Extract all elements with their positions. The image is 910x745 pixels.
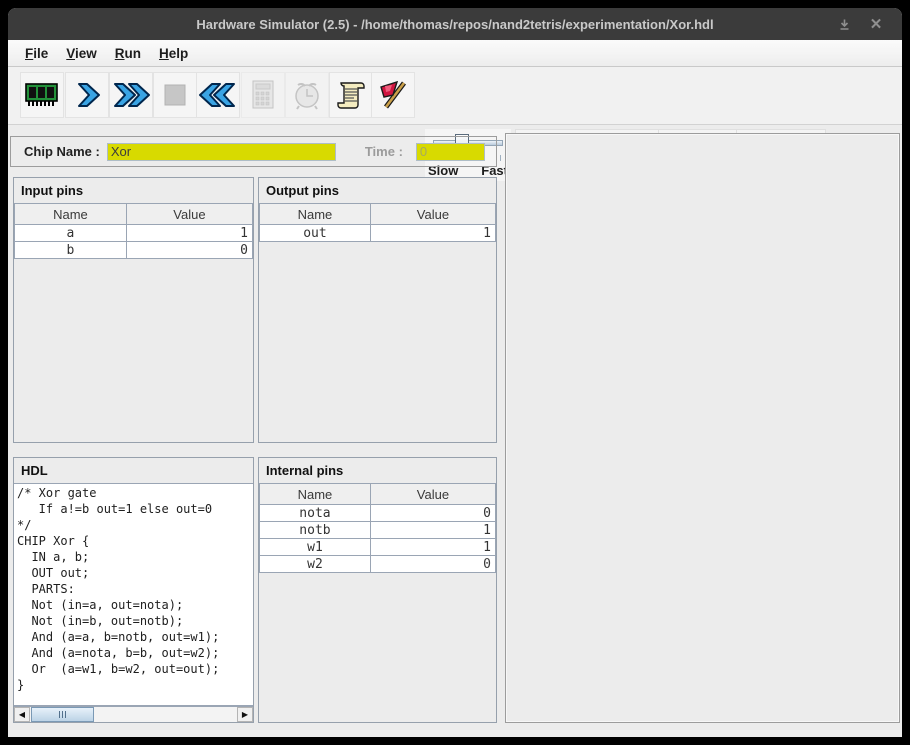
stop-button[interactable] <box>153 72 197 118</box>
hdl-code: /* Xor gate If a!=b out=1 else out=0 */ … <box>14 484 253 694</box>
breakpoints-button[interactable] <box>371 72 415 118</box>
menu-run[interactable]: Run <box>106 42 150 65</box>
output-pins-title: Output pins <box>259 178 496 203</box>
load-chip-button[interactable] <box>20 72 64 118</box>
chip-icon <box>24 80 60 110</box>
column-header-name: Name <box>15 204 127 225</box>
time-label: Time : <box>365 144 403 159</box>
hardware-simulator-window: Hardware Simulator (2.5) - /home/thomas/… <box>8 8 902 737</box>
internal-pins-table: Name Value nota 0 notb 1 w1 1 w2 0 <box>259 483 496 573</box>
pin-name: w2 <box>260 556 371 573</box>
minimize-icon[interactable] <box>830 8 858 40</box>
window-title: Hardware Simulator (2.5) - /home/thomas/… <box>196 17 713 32</box>
single-step-button[interactable] <box>65 72 109 118</box>
menu-file[interactable]: File <box>16 42 57 65</box>
calculator-button <box>241 72 285 118</box>
stop-icon <box>162 82 188 108</box>
table-row: nota 0 <box>260 505 496 522</box>
pin-name: out <box>260 225 371 242</box>
titlebar: Hardware Simulator (2.5) - /home/thomas/… <box>8 8 902 40</box>
alarm-clock-icon <box>291 79 323 111</box>
input-pins-title: Input pins <box>14 178 253 203</box>
table-row: notb 1 <box>260 522 496 539</box>
pin-name: b <box>15 242 127 259</box>
menu-view[interactable]: View <box>57 42 106 65</box>
pin-value: 1 <box>370 539 495 556</box>
output-pins-panel: Output pins Name Value out 1 <box>258 177 497 443</box>
hdl-panel: HDL /* Xor gate If a!=b out=1 else out=0… <box>13 457 254 723</box>
script-scroll-icon <box>335 79 367 111</box>
chip-name-bar: Chip Name : Time : <box>10 136 497 167</box>
internal-pins-panel: Internal pins Name Value nota 0 notb 1 w… <box>258 457 497 723</box>
pin-value: 0 <box>370 556 495 573</box>
hdl-horizontal-scrollbar[interactable]: ◀ ▶ <box>14 706 253 722</box>
scroll-left-icon[interactable]: ◀ <box>14 707 30 722</box>
hdl-title: HDL <box>14 458 253 483</box>
scrollbar-thumb[interactable] <box>31 707 94 722</box>
chip-name-input[interactable] <box>107 143 336 161</box>
column-header-name: Name <box>260 484 371 505</box>
table-row: out 1 <box>260 225 496 242</box>
time-input[interactable] <box>416 143 485 161</box>
calculator-icon <box>249 79 277 111</box>
single-step-icon <box>72 80 102 110</box>
view-hdl-button[interactable] <box>329 72 373 118</box>
close-icon[interactable]: ✕ <box>862 8 890 40</box>
hdl-code-view[interactable]: /* Xor gate If a!=b out=1 else out=0 */ … <box>14 483 253 706</box>
pin-value: 1 <box>370 522 495 539</box>
run-button[interactable] <box>109 72 153 118</box>
column-header-value: Value <box>370 204 495 225</box>
scroll-right-icon[interactable]: ▶ <box>237 707 253 722</box>
table-row: a 1 <box>15 225 253 242</box>
column-header-name: Name <box>260 204 371 225</box>
rewind-icon <box>198 80 238 110</box>
output-pins-table: Name Value out 1 <box>259 203 496 242</box>
input-pins-panel: Input pins Name Value a 1 b 0 <box>13 177 254 443</box>
pin-value[interactable]: 0 <box>126 242 252 259</box>
pin-value: 0 <box>370 505 495 522</box>
pin-name: notb <box>260 522 371 539</box>
pin-name: w1 <box>260 539 371 556</box>
pin-name: a <box>15 225 127 242</box>
column-header-value: Value <box>370 484 495 505</box>
table-row: w1 1 <box>260 539 496 556</box>
chip-name-label: Chip Name : <box>24 144 100 159</box>
reset-button[interactable] <box>196 72 240 118</box>
table-row: w2 0 <box>260 556 496 573</box>
flag-icon <box>376 78 410 112</box>
toolbar: Slow Fast Animate: Program flow Format: … <box>8 67 902 125</box>
menu-help[interactable]: Help <box>150 42 197 65</box>
run-icon <box>111 80 151 110</box>
table-row: b 0 <box>15 242 253 259</box>
input-pins-table: Name Value a 1 b 0 <box>14 203 253 259</box>
screen-display-panel <box>505 133 900 723</box>
pin-value[interactable]: 1 <box>126 225 252 242</box>
column-header-value: Value <box>126 204 252 225</box>
pin-name: nota <box>260 505 371 522</box>
internal-pins-title: Internal pins <box>259 458 496 483</box>
clock-button <box>285 72 329 118</box>
pin-value: 1 <box>370 225 495 242</box>
menubar: File View Run Help <box>8 40 902 67</box>
